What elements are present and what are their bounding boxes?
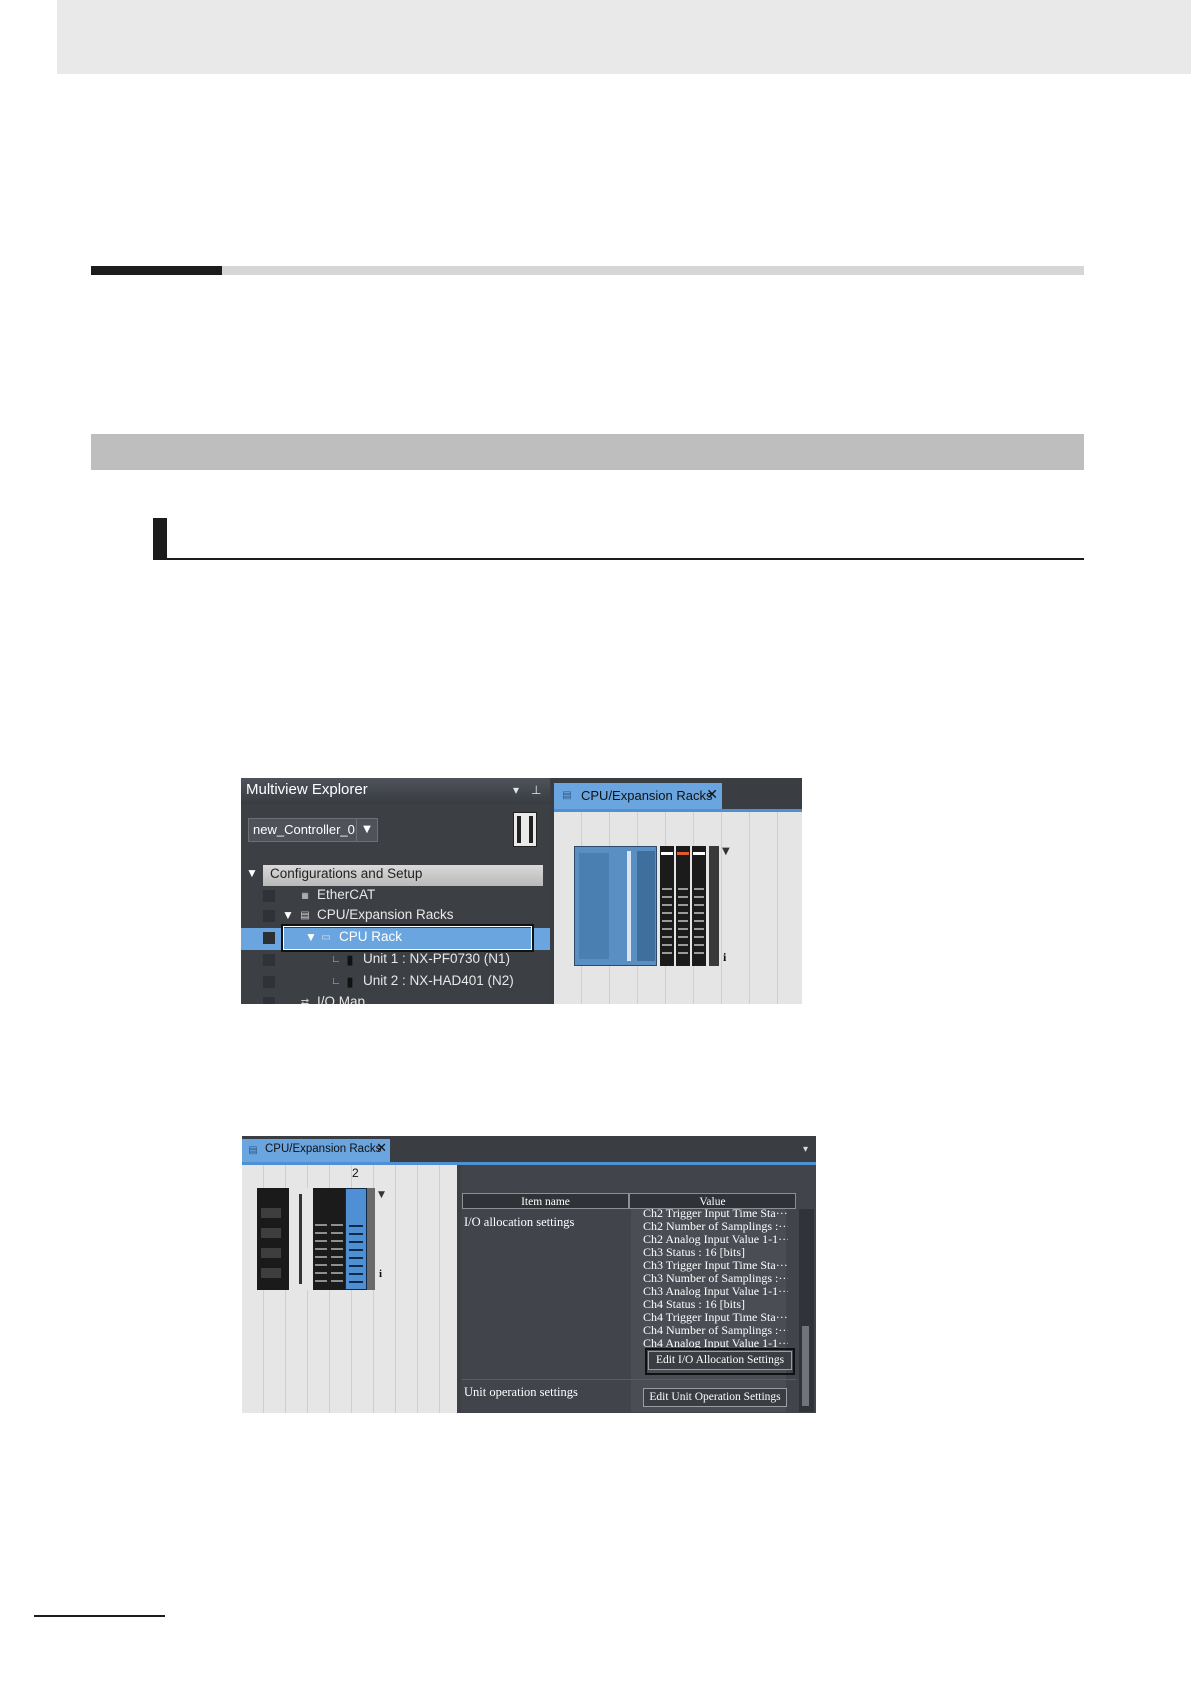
unit2-image[interactable] (329, 1188, 345, 1290)
cpu-unit-image[interactable] (257, 1188, 289, 1290)
end-cover-image (367, 1188, 375, 1290)
edit-io-allocation-button[interactable]: Edit I/O Allocation Settings (648, 1351, 792, 1370)
section-rule-accent (91, 266, 222, 275)
scrollbar-thumb[interactable] (802, 1326, 809, 1406)
rack-tab-icon: ▤ (562, 790, 572, 801)
expand-triangle-icon[interactable]: ▼ (246, 866, 258, 880)
close-icon[interactable]: ✕ (376, 1141, 387, 1156)
rack-tab-icon: ▤ (248, 1145, 258, 1156)
tree-checkbox (263, 997, 275, 1004)
tab-label: CPU/Expansion Racks (265, 1143, 382, 1155)
info-icon[interactable]: i (379, 1268, 382, 1280)
expand-triangle-icon[interactable]: ▼ (282, 908, 294, 922)
tree-item-unit2[interactable]: ∟ ▮ Unit 2 : NX-HAD401 (N2) (241, 972, 550, 993)
unit-icon: ▮ (346, 974, 354, 989)
tree-item-ethercat[interactable]: ▦ EtherCAT (241, 886, 550, 907)
explorer-titlebar: Multiview Explorer ▾ ⊥ (241, 778, 550, 804)
screenshot-multiview-explorer: Multiview Explorer ▾ ⊥ new_Controller_0 … (241, 778, 802, 1004)
subsection-bar (91, 434, 1084, 470)
close-icon[interactable]: ✕ (706, 787, 718, 803)
subheading-marker (153, 518, 167, 560)
page-header-band (57, 0, 1191, 74)
tree-item-configurations[interactable]: ▼ Configurations and Setup (241, 865, 550, 886)
unit2-image[interactable] (676, 846, 690, 966)
row-separator (462, 1379, 796, 1380)
explorer-title: Multiview Explorer (246, 781, 368, 798)
unit-number-label: 2 (352, 1166, 359, 1180)
chevron-down-icon[interactable]: ▼ (722, 846, 730, 857)
io-map-icon: ⇄ (300, 997, 310, 1004)
controller-icon (513, 812, 537, 847)
chevron-down-icon[interactable]: ▾ (803, 1144, 808, 1155)
edit-unit-operation-button[interactable]: Edit Unit Operation Settings (643, 1388, 787, 1407)
column-header-item-name: Item name (462, 1193, 629, 1209)
expand-triangle-icon[interactable]: ▼ (305, 930, 317, 944)
unit-icon: ▮ (346, 952, 354, 967)
unit-selected-image[interactable] (345, 1188, 367, 1290)
tab-cpu-expansion-racks[interactable]: ▤ CPU/Expansion Racks ✕ (554, 783, 722, 809)
rack-view-pane: ▤ CPU/Expansion Racks ✕ ▼ i (554, 778, 802, 1004)
tree-item-label: CPU/Expansion Racks (317, 907, 454, 922)
screenshot-unit-settings: ▤ CPU/Expansion Racks ✕ ▾ 2 ▼ i Item nam… (242, 1136, 816, 1413)
controller-select[interactable]: new_Controller_0 ▼ (248, 818, 378, 842)
controller-select-value: new_Controller_0 (253, 822, 355, 837)
multiview-explorer-panel: Multiview Explorer ▾ ⊥ new_Controller_0 … (241, 778, 550, 1004)
cpu-rack-icon: ▭ (321, 932, 331, 943)
subheading-rule (153, 558, 1084, 560)
tree-checkbox (263, 932, 275, 944)
dropdown-icon[interactable]: ▾ (513, 783, 519, 797)
rack-icon: ▤ (300, 910, 310, 921)
tree-item-cpu-rack[interactable]: ▼ ▭ CPU Rack (241, 924, 550, 952)
chevron-down-icon[interactable]: ▼ (378, 1190, 385, 1200)
tree-item-label: CPU Rack (339, 929, 403, 944)
end-cover-image (709, 846, 719, 966)
cpu-unit-image[interactable] (574, 846, 657, 966)
tree-checkbox (263, 954, 275, 966)
tree-item-label: Unit 1 : NX-PF0730 (N1) (363, 951, 511, 966)
tree-item-label: Unit 2 : NX-HAD401 (N2) (363, 973, 514, 988)
chevron-down-icon[interactable]: ▼ (356, 819, 377, 841)
footer-rule (34, 1615, 165, 1617)
tree-item-unit1[interactable]: ∟ ▮ Unit 1 : NX-PF0730 (N1) (241, 950, 550, 971)
tree-item-label: EtherCAT (317, 887, 376, 902)
ethercat-icon: ▦ (301, 891, 309, 900)
tab-label: CPU/Expansion Racks (581, 788, 713, 803)
unit1-image[interactable] (660, 846, 674, 966)
tree-checkbox (263, 976, 275, 988)
tab-cpu-expansion-racks[interactable]: ▤ CPU/Expansion Racks ✕ (242, 1139, 390, 1162)
unit-operation-label: Unit operation settings (464, 1385, 578, 1399)
tree-item-io-map[interactable]: ⇄ I/O Map (241, 993, 550, 1004)
section-rule (222, 266, 1084, 275)
io-allocation-label: I/O allocation settings (464, 1215, 575, 1229)
list-item: Ch4 Analog Input Value 1-1··· (643, 1336, 788, 1348)
tree-branch-icon: ∟ (331, 954, 341, 965)
cpu-unit-side (292, 1188, 310, 1290)
unit1-image[interactable] (313, 1188, 329, 1290)
info-icon[interactable]: i (723, 950, 726, 965)
unit3-image[interactable] (692, 846, 706, 966)
tree-item-label: I/O Map (317, 994, 366, 1004)
tree-checkbox (263, 890, 275, 902)
tree-item-label: Configurations and Setup (270, 866, 423, 881)
tree-checkbox (263, 910, 275, 922)
pin-icon[interactable]: ⊥ (531, 783, 541, 797)
tree-branch-icon: ∟ (331, 976, 341, 987)
